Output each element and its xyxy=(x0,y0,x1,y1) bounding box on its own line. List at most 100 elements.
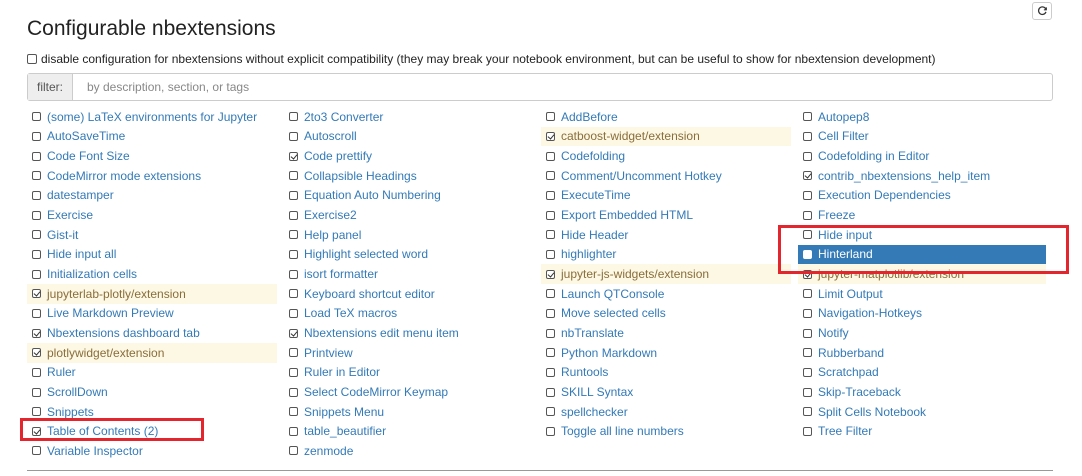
enable-checkbox[interactable] xyxy=(546,249,555,259)
nbextension-item[interactable]: AutoSaveTime xyxy=(27,127,277,147)
enable-checkbox[interactable] xyxy=(546,131,555,141)
compat-option[interactable]: disable configuration for nbextensions w… xyxy=(27,51,936,67)
nbextension-item[interactable]: Highlight selected word xyxy=(284,245,534,265)
enable-checkbox[interactable] xyxy=(289,190,298,200)
enable-checkbox[interactable] xyxy=(546,308,555,318)
nbextension-item[interactable]: Nbextensions dashboard tab xyxy=(27,323,277,343)
nbextension-item[interactable]: Code prettify xyxy=(284,146,534,166)
enable-checkbox[interactable] xyxy=(289,289,298,299)
enable-checkbox[interactable] xyxy=(289,249,298,259)
enable-checkbox[interactable] xyxy=(803,407,812,417)
nbextension-item[interactable]: datestamper xyxy=(27,186,277,206)
nbextension-item[interactable]: CodeMirror mode extensions xyxy=(27,166,277,186)
enable-checkbox[interactable] xyxy=(803,348,812,358)
nbextension-item[interactable]: Printview xyxy=(284,343,534,363)
enable-checkbox[interactable] xyxy=(803,210,812,220)
enable-checkbox[interactable] xyxy=(289,446,298,456)
enable-checkbox[interactable] xyxy=(803,230,812,240)
nbextension-item[interactable]: Snippets Menu xyxy=(284,402,534,422)
nbextension-item[interactable]: Nbextensions edit menu item xyxy=(284,323,534,343)
enable-checkbox[interactable] xyxy=(289,387,298,397)
enable-checkbox[interactable] xyxy=(32,328,41,338)
enable-checkbox[interactable] xyxy=(32,387,41,397)
nbextension-item[interactable]: Notify xyxy=(798,323,1046,343)
enable-checkbox[interactable] xyxy=(32,367,41,377)
enable-checkbox[interactable] xyxy=(546,269,555,279)
nbextension-item[interactable]: Python Markdown xyxy=(541,343,791,363)
refresh-button[interactable] xyxy=(1032,2,1052,20)
enable-checkbox[interactable] xyxy=(32,308,41,318)
nbextension-item[interactable]: Runtools xyxy=(541,363,791,383)
enable-checkbox[interactable] xyxy=(803,171,812,181)
nbextension-item[interactable]: Split Cells Notebook xyxy=(798,402,1046,422)
nbextension-item[interactable]: Skip-Traceback xyxy=(798,382,1046,402)
enable-checkbox[interactable] xyxy=(803,387,812,397)
enable-checkbox[interactable] xyxy=(803,308,812,318)
nbextension-item[interactable]: Select CodeMirror Keymap xyxy=(284,382,534,402)
nbextension-item[interactable]: Limit Output xyxy=(798,284,1046,304)
enable-checkbox[interactable] xyxy=(546,328,555,338)
nbextension-item[interactable]: Snippets xyxy=(27,402,277,422)
enable-checkbox[interactable] xyxy=(546,210,555,220)
enable-checkbox[interactable] xyxy=(32,190,41,200)
nbextension-item[interactable]: SKILL Syntax xyxy=(541,382,791,402)
nbextension-item[interactable]: Exercise xyxy=(27,205,277,225)
nbextension-item[interactable]: Ruler xyxy=(27,363,277,383)
nbextension-item[interactable]: ScrollDown xyxy=(27,382,277,402)
enable-checkbox[interactable] xyxy=(32,348,41,358)
enable-checkbox[interactable] xyxy=(32,426,41,436)
enable-checkbox[interactable] xyxy=(803,367,812,377)
enable-checkbox[interactable] xyxy=(546,407,555,417)
enable-checkbox[interactable] xyxy=(289,367,298,377)
enable-checkbox[interactable] xyxy=(32,269,41,279)
nbextension-item[interactable]: Code Font Size xyxy=(27,146,277,166)
nbextension-item[interactable]: nbTranslate xyxy=(541,323,791,343)
nbextension-item[interactable]: Autoscroll xyxy=(284,127,534,147)
nbextension-item[interactable]: Move selected cells xyxy=(541,304,791,324)
nbextension-item[interactable]: jupyterlab-plotly/extension xyxy=(27,283,277,304)
enable-checkbox[interactable] xyxy=(32,210,41,220)
enable-checkbox[interactable] xyxy=(803,131,812,141)
nbextension-item[interactable]: Hinterland xyxy=(798,244,1046,265)
enable-checkbox[interactable] xyxy=(803,112,812,122)
enable-checkbox[interactable] xyxy=(32,407,41,417)
nbextension-item[interactable]: Cell Filter xyxy=(798,127,1046,147)
nbextension-item[interactable]: Equation Auto Numbering xyxy=(284,186,534,206)
nbextension-item[interactable]: plotlywidget/extension xyxy=(27,342,277,363)
enable-checkbox[interactable] xyxy=(289,131,298,141)
nbextension-item[interactable]: AddBefore xyxy=(541,107,791,127)
enable-checkbox[interactable] xyxy=(32,112,41,122)
nbextension-item[interactable]: Hide input xyxy=(798,225,1046,245)
enable-checkbox[interactable] xyxy=(546,190,555,200)
nbextension-item[interactable]: (some) LaTeX environments for Jupyter xyxy=(27,107,277,127)
nbextension-item[interactable]: Help panel xyxy=(284,225,534,245)
nbextension-item[interactable]: 2to3 Converter xyxy=(284,107,534,127)
nbextension-item[interactable]: spellchecker xyxy=(541,402,791,422)
nbextension-item[interactable]: Toggle all line numbers xyxy=(541,422,791,442)
nbextension-item[interactable]: Autopep8 xyxy=(798,107,1046,127)
enable-checkbox[interactable] xyxy=(289,210,298,220)
enable-checkbox[interactable] xyxy=(289,171,298,181)
enable-checkbox[interactable] xyxy=(289,112,298,122)
nbextension-item[interactable]: Table of Contents (2) xyxy=(27,422,277,442)
nbextension-item[interactable]: ExecuteTime xyxy=(541,186,791,206)
nbextension-item[interactable]: Hide input all xyxy=(27,245,277,265)
enable-checkbox[interactable] xyxy=(546,230,555,240)
nbextension-item[interactable]: zenmode xyxy=(284,441,534,461)
nbextension-item[interactable]: Tree Filter xyxy=(798,422,1046,442)
enable-checkbox[interactable] xyxy=(32,151,41,161)
enable-checkbox[interactable] xyxy=(32,446,41,456)
nbextension-item[interactable]: Gist-it xyxy=(27,225,277,245)
enable-checkbox[interactable] xyxy=(546,348,555,358)
nbextension-item[interactable]: Codefolding in Editor xyxy=(798,146,1046,166)
enable-checkbox[interactable] xyxy=(803,249,812,259)
enable-checkbox[interactable] xyxy=(289,308,298,318)
nbextension-item[interactable]: Rubberband xyxy=(798,343,1046,363)
nbextension-item[interactable]: Execution Dependencies xyxy=(798,186,1046,206)
nbextension-item[interactable]: Exercise2 xyxy=(284,205,534,225)
nbextension-item[interactable]: Launch QTConsole xyxy=(541,284,791,304)
enable-checkbox[interactable] xyxy=(803,289,812,299)
compat-checkbox[interactable] xyxy=(27,54,37,64)
enable-checkbox[interactable] xyxy=(289,426,298,436)
nbextension-item[interactable]: Comment/Uncomment Hotkey xyxy=(541,166,791,186)
